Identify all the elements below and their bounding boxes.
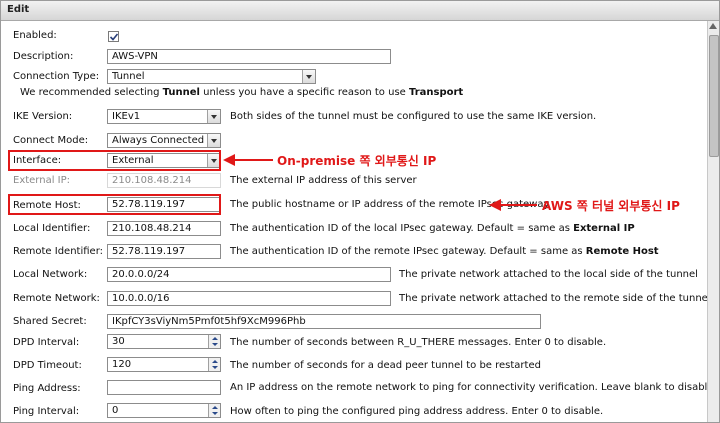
chevron-down-icon	[207, 134, 220, 147]
dpd-interval-help: The number of seconds between R_U_THERE …	[230, 337, 607, 348]
scroll-up-icon[interactable]	[709, 23, 717, 29]
ike-version-label: IKE Version:	[13, 111, 73, 122]
ike-version-select[interactable]: IKEv1	[107, 109, 221, 124]
dpd-timeout-value: 120	[112, 359, 132, 370]
checkmark-icon	[109, 33, 119, 41]
scrollbar-thumb[interactable]	[709, 35, 719, 157]
ike-version-help: Both sides of the tunnel must be configu…	[230, 111, 597, 122]
spinner-arrows-icon[interactable]	[208, 335, 220, 348]
ping-interval-label: Ping Interval:	[13, 406, 80, 417]
ping-address-label: Ping Address:	[13, 383, 81, 394]
remote-network-field[interactable]	[107, 291, 391, 306]
local-network-field[interactable]	[107, 267, 391, 282]
connect-mode-label: Connect Mode:	[13, 135, 89, 146]
remote-network-help: The private network attached to the remo…	[399, 293, 711, 304]
local-identifier-label: Local Identifier:	[13, 223, 91, 234]
dpd-timeout-label: DPD Timeout:	[13, 360, 82, 371]
chevron-down-icon	[207, 110, 220, 123]
ping-interval-spinner[interactable]: 0	[107, 403, 221, 418]
chevron-down-icon	[302, 70, 315, 83]
ping-address-help: An IP address on the remote network to p…	[230, 382, 717, 393]
connection-type-value: Tunnel	[112, 71, 145, 82]
vertical-scrollbar[interactable]	[707, 21, 719, 422]
remote-identifier-label: Remote Identifier:	[13, 246, 104, 257]
connection-type-label: Connection Type:	[13, 71, 100, 82]
dpd-interval-label: DPD Interval:	[13, 337, 80, 348]
spinner-arrows-icon[interactable]	[208, 358, 220, 371]
interface-highlight-box	[8, 150, 221, 171]
edit-window: Edit Enabled: Description: Connection Ty…	[0, 0, 720, 423]
enabled-checkbox[interactable]	[108, 31, 119, 42]
dpd-timeout-help: The number of seconds for a dead peer tu…	[230, 360, 541, 371]
dpd-interval-value: 30	[112, 336, 125, 347]
enabled-label: Enabled:	[13, 30, 57, 41]
window-title: Edit	[7, 4, 30, 15]
remote-network-label: Remote Network:	[13, 293, 100, 304]
remote-host-highlight-box	[8, 194, 221, 215]
local-identifier-field[interactable]	[107, 221, 221, 236]
connect-mode-value: Always Connected	[112, 135, 205, 146]
ike-version-value: IKEv1	[112, 111, 141, 122]
local-network-label: Local Network:	[13, 269, 88, 280]
ping-address-field[interactable]	[107, 380, 221, 395]
ping-interval-value: 0	[112, 405, 119, 416]
window-titlebar: Edit	[1, 1, 719, 21]
remote-identifier-field[interactable]	[107, 244, 221, 259]
connection-type-note: We recommended selecting Tunnel unless y…	[20, 87, 464, 98]
description-label: Description:	[13, 51, 74, 62]
connection-type-select[interactable]: Tunnel	[107, 69, 316, 84]
remote-identifier-help: The authentication ID of the remote IPse…	[230, 246, 659, 257]
local-identifier-help: The authentication ID of the local IPsec…	[230, 223, 635, 234]
dpd-timeout-spinner[interactable]: 120	[107, 357, 221, 372]
interface-arrow-icon	[223, 154, 273, 166]
interface-annotation: On-premise 쪽 외부통신 IP	[277, 154, 437, 168]
dpd-interval-spinner[interactable]: 30	[107, 334, 221, 349]
connect-mode-select[interactable]: Always Connected	[107, 133, 221, 148]
local-network-help: The private network attached to the loca…	[399, 269, 698, 280]
remote-host-arrow-icon	[489, 199, 537, 211]
description-field[interactable]	[107, 49, 391, 64]
external-ip-help: The external IP address of this server	[230, 175, 417, 186]
external-ip-field	[107, 173, 221, 188]
shared-secret-label: Shared Secret:	[13, 316, 87, 327]
external-ip-label: External IP:	[13, 175, 71, 186]
remote-host-annotation: AWS 쪽 터널 외부통신 IP	[542, 199, 680, 213]
ping-interval-help: How often to ping the configured ping ad…	[230, 406, 604, 417]
shared-secret-field[interactable]	[107, 314, 541, 329]
spinner-arrows-icon[interactable]	[208, 404, 220, 417]
